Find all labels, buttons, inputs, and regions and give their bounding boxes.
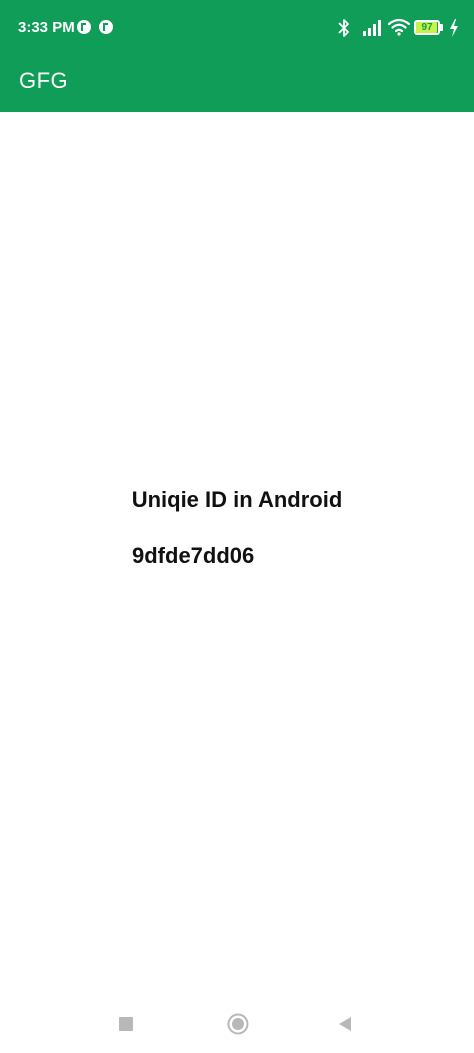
back-triangle-icon[interactable]: [337, 1016, 353, 1032]
system-nav-bar: [0, 992, 474, 1053]
charging-icon: [450, 19, 458, 37]
home-circle-icon[interactable]: [227, 1013, 249, 1035]
status-bar: 3:33 PM 97: [0, 0, 474, 56]
battery-icon: 97: [414, 20, 444, 35]
battery-level: 97: [421, 22, 433, 33]
notification-app-icon: [77, 20, 91, 34]
bluetooth-icon: [338, 19, 349, 37]
toolbar-title: GFG: [19, 68, 69, 93]
app-bar: 3:33 PM 97 GFG: [0, 0, 474, 112]
battery-tip: [440, 24, 443, 31]
app-screen: 3:33 PM 97 GFG Uniqie ID in Android 9dfd…: [0, 0, 474, 1053]
signal-icon: [363, 20, 381, 36]
status-time: 3:33 PM: [18, 19, 75, 36]
recents-square-icon[interactable]: [119, 1017, 133, 1031]
unique-id-text: 9dfde7dd06: [132, 543, 255, 568]
main-content: Uniqie ID in Android 9dfde7dd06: [0, 112, 474, 992]
notification-app-icon: [99, 20, 113, 34]
page-heading: Uniqie ID in Android: [131, 487, 343, 512]
wifi-icon: [388, 18, 410, 36]
